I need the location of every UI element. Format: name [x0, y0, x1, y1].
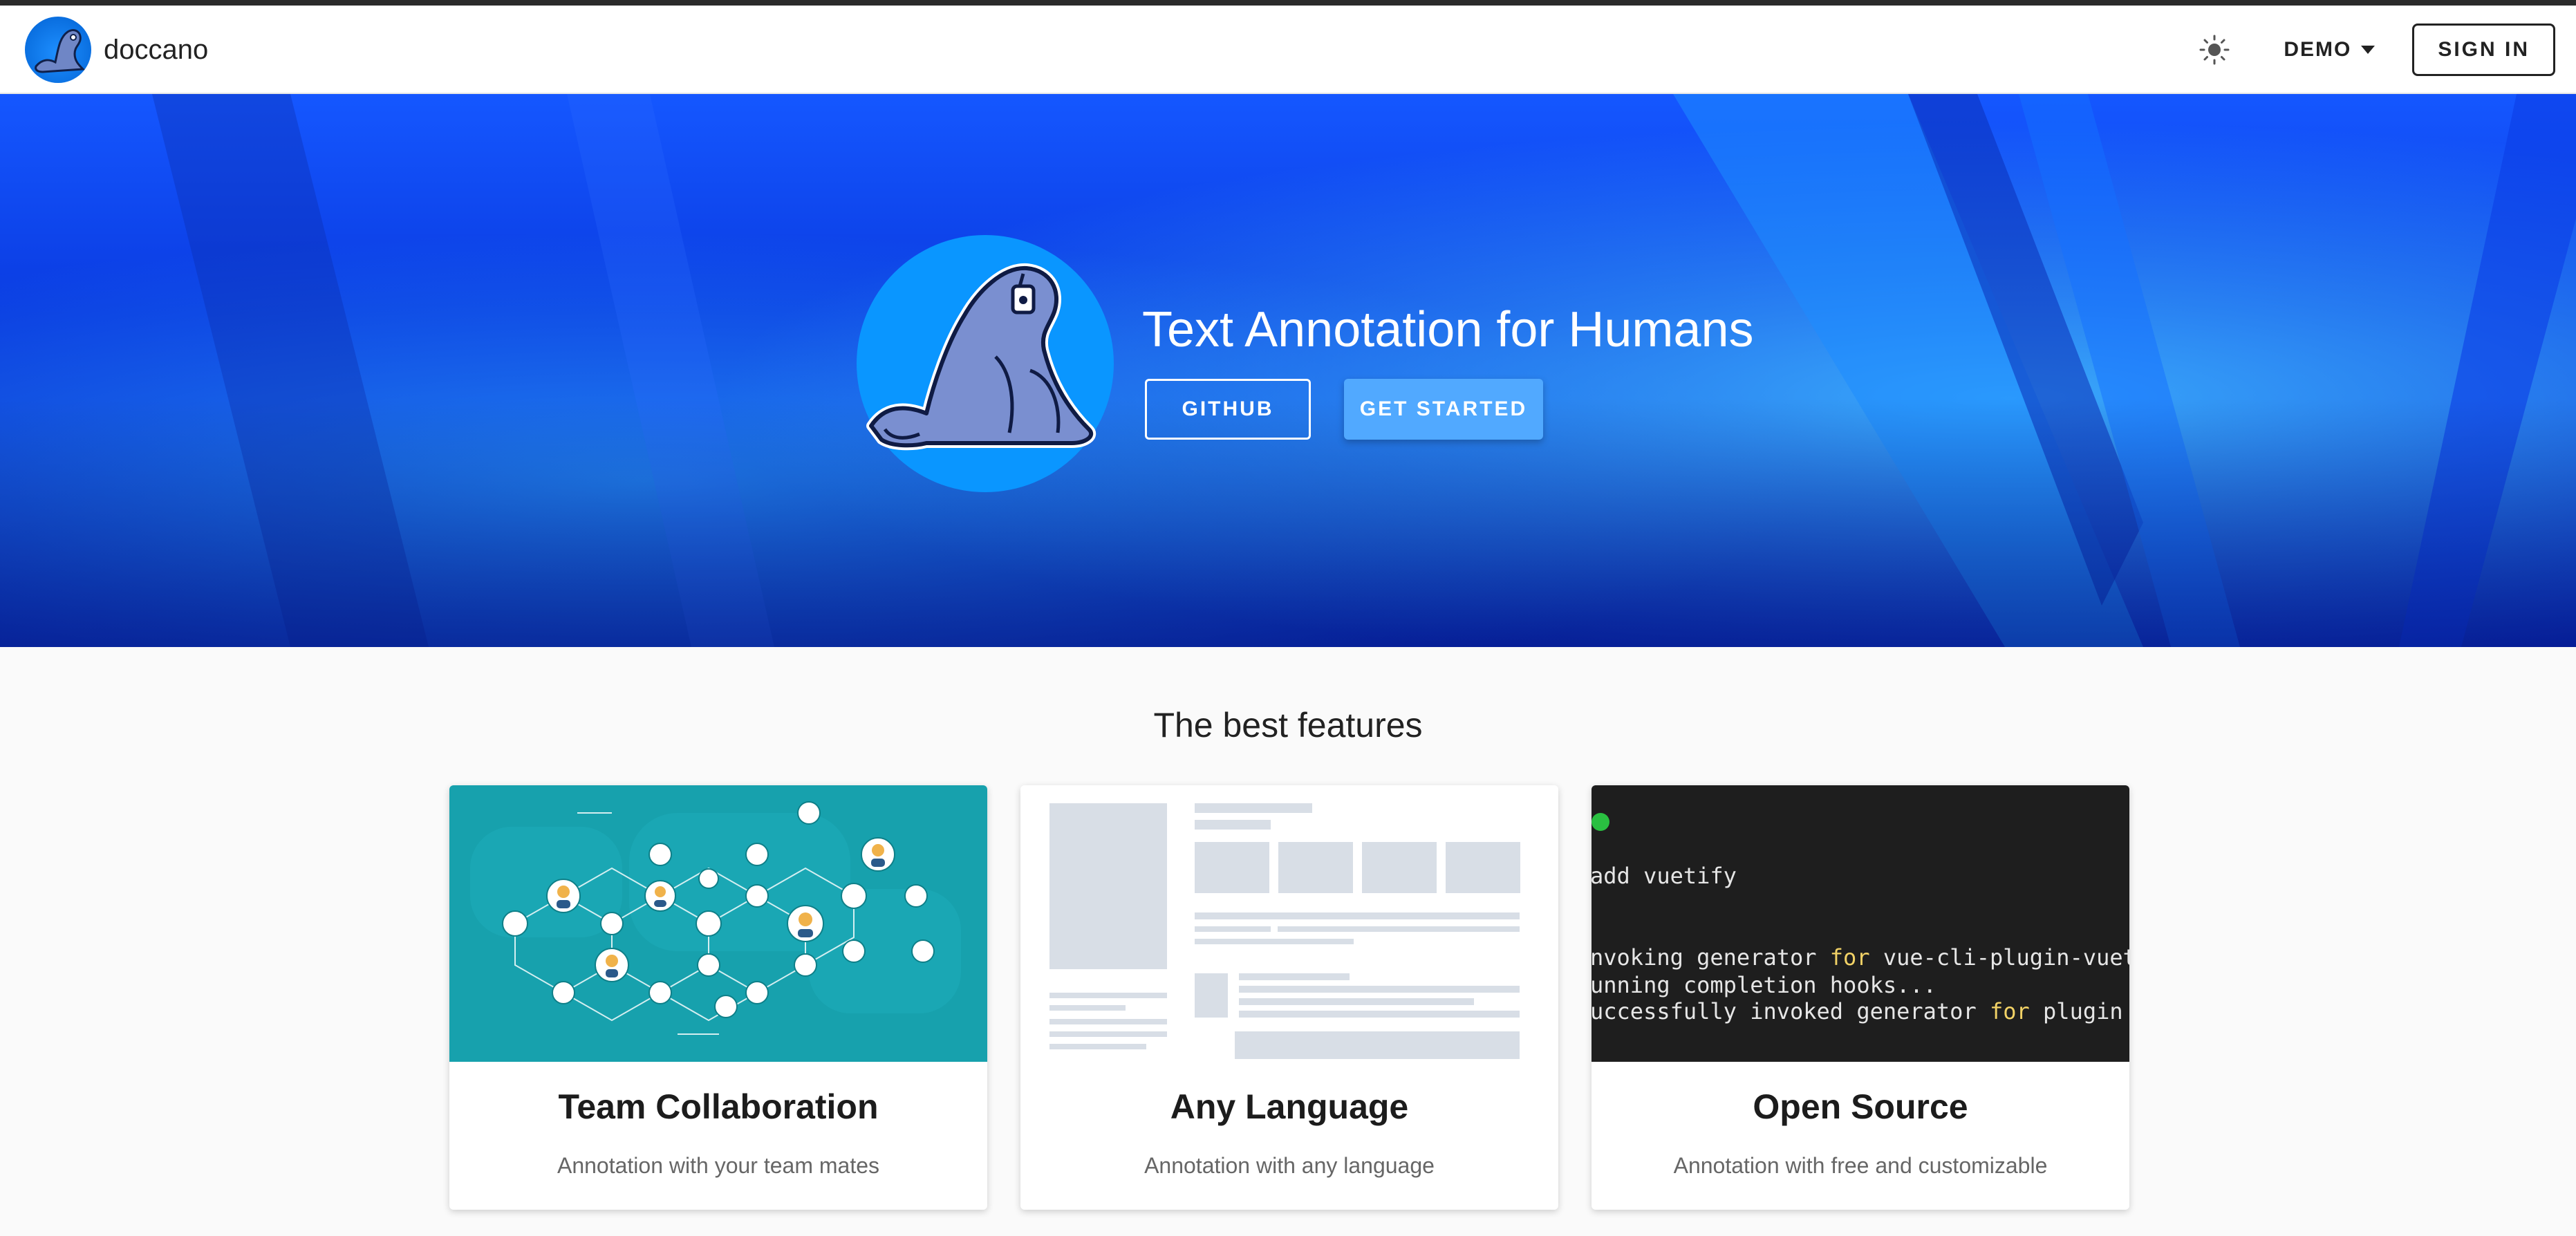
sign-in-button[interactable]: SIGN IN — [2412, 24, 2555, 76]
terminal-line: nvoking generator for vue-cli-plugin-vue… — [1592, 944, 2129, 971]
brand[interactable]: doccano — [25, 17, 208, 83]
terminal-illustration: add vuetify nvoking generator for vue-cl… — [1592, 785, 2129, 1062]
brand-name: doccano — [104, 34, 209, 65]
feature-card-any-language: Any Language Annotation with any languag… — [1020, 785, 1558, 1210]
terminal-green-dot-icon — [1592, 813, 1609, 831]
card-title: Open Source — [1753, 1087, 1968, 1126]
card-title: Team Collaboration — [558, 1087, 879, 1126]
card-description: Annotation with your team mates — [557, 1153, 879, 1178]
sun-icon — [2199, 35, 2230, 65]
demo-menu-button[interactable]: DEMO — [2267, 25, 2391, 75]
caret-down-icon — [2361, 46, 2376, 54]
demo-label: DEMO — [2284, 38, 2352, 61]
get-started-button[interactable]: GET STARTED — [1344, 379, 1543, 440]
hero-title: Text Annotation for Humans — [1142, 302, 1754, 357]
feature-card-open-source: add vuetify nvoking generator for vue-cl… — [1592, 785, 2129, 1210]
window-top-strip — [0, 0, 2576, 6]
hero-banner: Text Annotation for Humans GITHUB GET ST… — [0, 94, 2576, 647]
github-button[interactable]: GITHUB — [1145, 379, 1311, 440]
seal-logo-illustration — [843, 232, 1120, 495]
card-description: Annotation with free and customizable — [1673, 1153, 2048, 1178]
team-network-illustration — [449, 785, 987, 1062]
terminal-line: unning completion hooks... — [1592, 972, 1936, 998]
card-description: Annotation with any language — [1144, 1153, 1435, 1178]
terminal-line: uccessfully invoked generator for plugin — [1592, 998, 2123, 1024]
theme-toggle-button[interactable] — [2190, 25, 2239, 75]
app-bar: doccano DEMO SIGN IN — [0, 6, 2576, 94]
feature-card-team-collaboration: Team Collaboration Annotation with your … — [449, 785, 987, 1210]
doccano-logo-icon — [25, 17, 91, 83]
layout-wireframe-illustration — [1020, 785, 1558, 1062]
terminal-line: add vuetify — [1592, 863, 1737, 889]
card-title: Any Language — [1170, 1087, 1409, 1126]
features-title: The best features — [1153, 706, 1423, 745]
